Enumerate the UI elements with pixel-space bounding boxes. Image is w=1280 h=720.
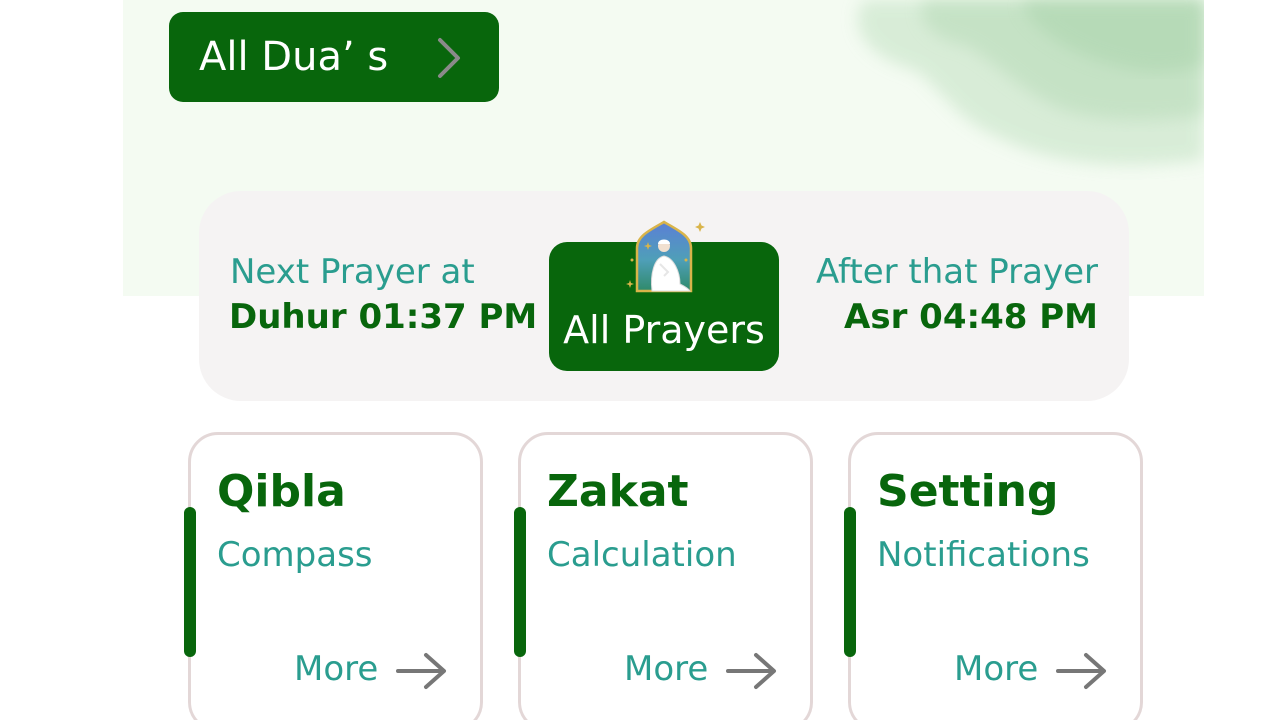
qibla-subtitle: Compass (217, 535, 373, 575)
qibla-title: Qibla (217, 466, 346, 517)
arrow-right-icon[interactable] (1054, 651, 1108, 691)
zakat-title: Zakat (547, 466, 689, 517)
next-prayer-time: Duhur 01:37 PM (229, 297, 538, 337)
arrow-right-icon[interactable] (394, 651, 448, 691)
setting-subtitle: Notifications (877, 535, 1090, 575)
chevron-right-icon[interactable] (434, 36, 464, 80)
zakat-accent-bar (514, 507, 526, 657)
after-prayer-label: After that Prayer (815, 252, 1098, 292)
next-prayer-label: Next Prayer at (230, 252, 475, 292)
qibla-more-link[interactable]: More (294, 649, 378, 689)
zakat-subtitle: Calculation (547, 535, 737, 575)
watercolor-decoration (857, 0, 1204, 165)
all-prayers-label: All Prayers (563, 308, 765, 352)
setting-title: Setting (877, 466, 1059, 517)
praying-person-icon (626, 220, 705, 293)
app-screen: All Dua’ s Next Prayer at Duhur 01:37 PM… (0, 0, 1280, 720)
setting-accent-bar (844, 507, 856, 657)
qibla-accent-bar (184, 507, 196, 657)
after-prayer-time: Asr 04:48 PM (844, 297, 1098, 337)
all-duas-label: All Dua’ s (199, 34, 389, 80)
setting-more-link[interactable]: More (954, 649, 1038, 689)
arrow-right-icon[interactable] (724, 651, 778, 691)
zakat-more-link[interactable]: More (624, 649, 708, 689)
